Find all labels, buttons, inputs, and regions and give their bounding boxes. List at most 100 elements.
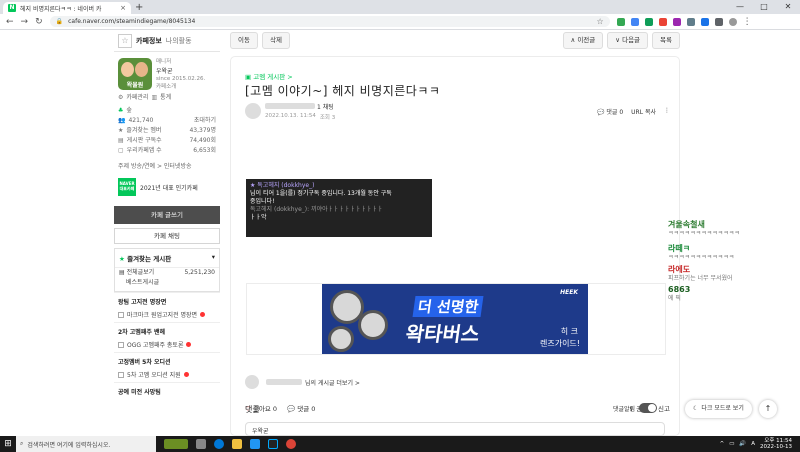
dark-mode-button[interactable]: ☾ 다크 모드로 보기 (685, 400, 752, 418)
menu-kebab-icon[interactable]: ⋮ (743, 17, 752, 27)
minimize-button[interactable]: — (728, 0, 752, 14)
board-icon (118, 341, 124, 348)
comment-alert-toggle[interactable]: 댓글알림 (613, 403, 658, 413)
board-item-all[interactable]: ▤ 전체글보기 5,251,230 (115, 268, 219, 278)
embed-line: ★ 독고헤지 (dokkhye_) (250, 182, 315, 189)
author-more-posts[interactable]: 님의 게시글 더보기 > (245, 375, 360, 389)
toggle-switch[interactable] (639, 403, 658, 413)
banner-headline-2: 왁타버스 (404, 322, 482, 346)
maximize-button[interactable]: □ (752, 0, 776, 14)
app-icon[interactable] (268, 439, 278, 449)
widget-icon[interactable] (164, 439, 188, 449)
cafe-chat-button[interactable]: 카페 채팅 (114, 228, 220, 244)
chevron-down-icon[interactable]: ▾ (212, 253, 215, 263)
windows-start-icon[interactable]: ⊞ (0, 436, 16, 452)
back-icon[interactable]: ← (6, 17, 14, 27)
comment-count-link[interactable]: 💬 댓글 0 (597, 107, 623, 116)
member-count[interactable]: 421,740 (128, 117, 153, 125)
more-kebab-icon[interactable]: ⋮ (664, 107, 670, 116)
board-item[interactable]: OGG 고멤패주 총토론 (114, 338, 220, 352)
tab-my-activity[interactable]: 나의활동 (166, 36, 192, 46)
edge-icon[interactable] (214, 439, 224, 449)
ad-banner[interactable]: HEEK 더 선명한 왁타버스 히 크 렌즈가이드! (246, 283, 666, 355)
window-controls: — □ ✕ (728, 0, 800, 14)
extension-icon[interactable] (630, 17, 639, 26)
reload-icon[interactable]: ↻ (35, 17, 43, 27)
award-text: 2021년 대표 인기카페 (140, 184, 198, 192)
scroll-top-button[interactable]: ↑ (759, 400, 777, 418)
extension-icon[interactable] (700, 17, 709, 26)
new-badge (183, 372, 189, 377)
favorite-members-label: 즐겨찾는 멤버 (126, 127, 162, 134)
app-count-label: 우리카페앱 수 (126, 147, 162, 154)
extension-icon[interactable] (658, 17, 667, 26)
list-icon: ▤ (119, 269, 125, 276)
delete-button[interactable]: 삭제 (261, 31, 290, 49)
list-button[interactable]: 목록 (652, 31, 680, 49)
board-link[interactable]: ▣ 고멤 게시판 > (245, 71, 293, 81)
extension-icon[interactable] (644, 17, 653, 26)
comment-button[interactable]: 💬 댓글 0 (287, 403, 315, 413)
puzzle-icon[interactable] (714, 17, 723, 26)
author-avatar (245, 375, 259, 389)
cafe-theme[interactable]: 주제 방송/연예 > 인터넷방송 (118, 163, 192, 171)
view-count: 조회 3 (319, 114, 336, 121)
post-date: 2022.10.13. 11:54 (265, 112, 316, 119)
profile-avatar[interactable] (728, 17, 737, 26)
board-item-best[interactable]: 베스트게시글 (115, 278, 219, 291)
chevron-up-icon[interactable]: ^ (720, 441, 725, 447)
new-tab-button[interactable]: + (135, 2, 143, 13)
cafe-manage-link[interactable]: 카페관리 (126, 94, 148, 102)
favorite-members-value: 43,379명 (189, 127, 216, 134)
author-name[interactable] (265, 103, 315, 109)
tab-close-icon[interactable]: × (120, 4, 126, 12)
star-icon[interactable]: ☆ (118, 33, 132, 48)
section-title: 2차 고멤패주 밴헤 (114, 322, 220, 338)
invite-link[interactable]: 초대하기 (194, 117, 216, 125)
folder-icon[interactable] (232, 439, 242, 449)
members-icon: 👥 (118, 117, 126, 124)
app-icon[interactable] (250, 439, 260, 449)
board-item[interactable]: 마크마크 원업고지전 명장면 (114, 308, 220, 322)
next-post-button[interactable]: ∨ 다음글 (607, 31, 649, 49)
board-item[interactable]: 5차 고멤 오디션 지원 (114, 368, 220, 382)
report-button[interactable]: 신고 (658, 403, 670, 413)
volume-icon[interactable]: 🔊 (739, 441, 746, 447)
section-title: 공예 미전 사망팀 (114, 382, 220, 398)
task-view-icon[interactable] (196, 439, 206, 449)
url-input[interactable]: 🔒 cafe.naver.com/steamindiegame/8045134 … (49, 16, 610, 27)
browser-tab[interactable]: N 헤지 비명지른다ㅋㅋ : 네이버 카 × (3, 2, 131, 14)
clock[interactable]: 오후 11:54 2022-10-13 (760, 438, 792, 450)
move-button[interactable]: 이동 (230, 31, 258, 49)
extension-icon[interactable] (686, 17, 695, 26)
browser-tab-bar: N 헤지 비명지른다ㅋㅋ : 네이버 카 × + — □ ✕ (0, 0, 800, 14)
cafe-logo[interactable]: 왁물원 (118, 58, 152, 90)
network-icon[interactable]: ▭ (729, 441, 734, 447)
url-copy-button[interactable]: URL 복사 (631, 107, 656, 116)
star-icon: ★ (118, 127, 124, 134)
taskbar-search[interactable]: ⌕ 검색하려면 여기에 입력하십시오. (16, 436, 156, 452)
extension-icon[interactable] (616, 17, 625, 26)
chat-user: 겨울속철새 (668, 220, 705, 229)
tab-cafe-info[interactable]: 카페정보 (136, 36, 162, 46)
comment-input[interactable]: 우왁굳 (245, 422, 665, 436)
post-subscribe-label: 게시판 구독수 (126, 137, 162, 144)
article-title: [고멤 이야기~] 헤지 비명지른다ㅋㅋ (245, 84, 441, 98)
cafe-intro-link[interactable]: 카페소개 (156, 84, 176, 90)
document-icon: ▤ (118, 137, 124, 144)
prev-post-button[interactable]: ∧ 이전글 (562, 31, 604, 49)
banner-image[interactable]: HEEK 더 선명한 왁타버스 히 크 렌즈가이드! (322, 284, 588, 354)
embed-line: 독고헤지 (dokkhye_): 끼야아ㅏㅏㅏㅏㅏㅏㅏㅏㅏㅏ (250, 206, 383, 213)
bookmark-star-icon[interactable]: ☆ (596, 17, 603, 26)
chrome-icon[interactable] (286, 439, 296, 449)
extension-icon[interactable] (672, 17, 681, 26)
close-window-button[interactable]: ✕ (776, 0, 800, 14)
banner-headline-1: 더 선명한 (412, 296, 484, 317)
stats-link[interactable]: 통계 (160, 94, 171, 102)
author-avatar[interactable] (245, 103, 261, 119)
forward-icon[interactable]: → (21, 17, 29, 27)
manager-name[interactable]: 우왁굳 (156, 68, 173, 75)
input-language[interactable]: A (751, 441, 755, 447)
chat-text: ㅋㅋㅋㅋㅋㅋㅋㅋㅋㅋㅋㅋㅋ (668, 230, 740, 237)
write-post-button[interactable]: 카페 글쓰기 (114, 206, 220, 224)
